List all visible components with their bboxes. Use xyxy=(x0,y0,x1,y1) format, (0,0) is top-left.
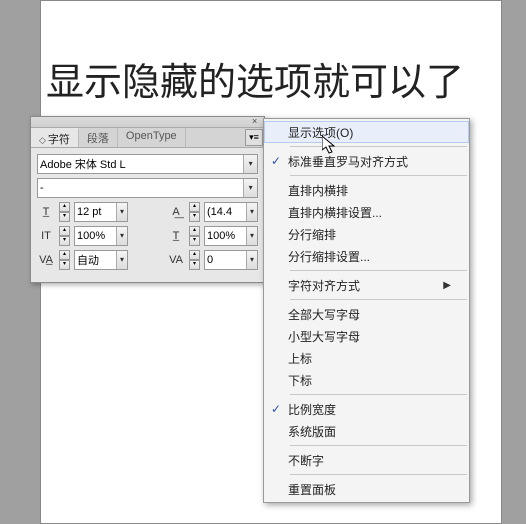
menu-subscript[interactable]: 下标 xyxy=(264,369,469,391)
menu-tatechuyoko-settings[interactable]: 直排内横排设置... xyxy=(264,201,469,223)
menu-proportional-width[interactable]: ✓ 比例宽度 xyxy=(264,398,469,420)
hscale-spinner[interactable]: ▴▾ xyxy=(189,226,200,246)
menu-char-alignment[interactable]: 字符对齐方式 ▶ xyxy=(264,274,469,296)
submenu-arrow-icon: ▶ xyxy=(443,280,451,291)
tracking-icon: VA xyxy=(167,254,185,266)
font-family-input[interactable] xyxy=(38,158,243,170)
menu-separator xyxy=(290,394,467,395)
chevron-down-icon[interactable]: ▾ xyxy=(116,251,127,269)
menu-label: 全部大写字母 xyxy=(288,306,451,323)
menu-system-layout[interactable]: 系统版面 xyxy=(264,420,469,442)
panel-tabs: 字符 段落 OpenType ▾≡ xyxy=(31,128,264,148)
chevron-down-icon[interactable]: ▾ xyxy=(246,203,257,221)
menu-label: 下标 xyxy=(288,372,451,389)
kerning-icon: VA̲ xyxy=(37,254,55,266)
menu-label: 不断字 xyxy=(288,452,451,469)
font-family-field[interactable]: ▾ xyxy=(37,154,258,174)
flyout-menu: 显示选项(O) ✓ 标准垂直罗马对齐方式 直排内横排 直排内横排设置... 分行… xyxy=(263,118,470,503)
leading-icon: A͟ xyxy=(167,206,185,218)
tab-paragraph[interactable]: 段落 xyxy=(79,128,118,147)
chevron-down-icon[interactable]: ▾ xyxy=(246,251,257,269)
menu-small-caps[interactable]: 小型大写字母 xyxy=(264,325,469,347)
check-icon: ✓ xyxy=(264,154,288,168)
vscale-input[interactable] xyxy=(75,230,116,242)
character-panel: × 字符 段落 OpenType ▾≡ ▾ ▾ T̲ ▴▾ ▾ A xyxy=(30,116,265,283)
vscale-spinner[interactable]: ▴▾ xyxy=(59,226,70,246)
tracking-input[interactable] xyxy=(205,254,246,266)
vscale-field[interactable]: ▾ xyxy=(74,226,128,246)
menu-warichu[interactable]: 分行缩排 xyxy=(264,223,469,245)
tracking-field[interactable]: ▾ xyxy=(204,250,258,270)
kerning-field[interactable]: ▾ xyxy=(74,250,128,270)
menu-separator xyxy=(290,175,467,176)
chevron-down-icon[interactable]: ▾ xyxy=(116,203,127,221)
panel-titlebar[interactable]: × xyxy=(31,117,264,128)
chevron-down-icon[interactable]: ▾ xyxy=(246,227,257,245)
menu-separator xyxy=(290,270,467,271)
menu-label: 直排内横排设置... xyxy=(288,204,451,221)
menu-label: 标准垂直罗马对齐方式 xyxy=(288,153,451,170)
menu-label: 比例宽度 xyxy=(288,401,451,418)
font-style-field[interactable]: ▾ xyxy=(37,178,258,198)
hscale-icon: T̲ xyxy=(167,230,185,242)
leading-field[interactable]: ▾ xyxy=(204,202,258,222)
menu-separator xyxy=(290,474,467,475)
leading-spinner[interactable]: ▴▾ xyxy=(189,202,200,222)
menu-label: 重置面板 xyxy=(288,481,451,498)
menu-label: 系统版面 xyxy=(288,423,451,440)
menu-label: 上标 xyxy=(288,350,451,367)
chevron-down-icon[interactable]: ▾ xyxy=(243,179,257,197)
tracking-spinner[interactable]: ▴▾ xyxy=(189,250,200,270)
menu-superscript[interactable]: 上标 xyxy=(264,347,469,369)
leading-input[interactable] xyxy=(205,206,246,218)
font-style-input[interactable] xyxy=(38,182,243,194)
menu-separator xyxy=(290,146,467,147)
menu-all-caps[interactable]: 全部大写字母 xyxy=(264,303,469,325)
menu-label: 分行缩排 xyxy=(288,226,451,243)
menu-tatechuyoko[interactable]: 直排内横排 xyxy=(264,179,469,201)
menu-separator xyxy=(290,445,467,446)
font-size-input[interactable] xyxy=(75,206,116,218)
menu-show-options[interactable]: 显示选项(O) xyxy=(264,121,469,143)
font-size-field[interactable]: ▾ xyxy=(74,202,128,222)
chevron-down-icon[interactable]: ▾ xyxy=(116,227,127,245)
flyout-menu-icon[interactable]: ▾≡ xyxy=(245,129,263,146)
menu-standard-vertical-align[interactable]: ✓ 标准垂直罗马对齐方式 xyxy=(264,150,469,172)
close-icon[interactable]: × xyxy=(252,116,262,126)
menu-separator xyxy=(290,299,467,300)
menu-label: 显示选项(O) xyxy=(288,124,451,141)
font-size-icon: T̲ xyxy=(37,206,55,218)
kerning-input[interactable] xyxy=(75,254,116,266)
menu-label: 字符对齐方式 xyxy=(288,277,443,294)
menu-label: 分行缩排设置... xyxy=(288,248,451,265)
kerning-spinner[interactable]: ▴▾ xyxy=(59,250,70,270)
check-icon: ✓ xyxy=(264,402,288,416)
menu-reset-panel[interactable]: 重置面板 xyxy=(264,478,469,500)
hscale-input[interactable] xyxy=(205,230,246,242)
tab-character[interactable]: 字符 xyxy=(31,128,79,147)
vscale-icon: IT xyxy=(37,230,55,242)
tab-opentype[interactable]: OpenType xyxy=(118,128,186,147)
menu-label: 直排内横排 xyxy=(288,182,451,199)
menu-no-break[interactable]: 不断字 xyxy=(264,449,469,471)
canvas-text: 显示隐藏的选项就可以了 xyxy=(46,51,464,106)
menu-label: 小型大写字母 xyxy=(288,328,451,345)
hscale-field[interactable]: ▾ xyxy=(204,226,258,246)
panel-body: ▾ ▾ T̲ ▴▾ ▾ A͟ ▴▾ ▾ IT ▴▾ xyxy=(31,148,264,282)
chevron-down-icon[interactable]: ▾ xyxy=(243,155,257,173)
menu-warichu-settings[interactable]: 分行缩排设置... xyxy=(264,245,469,267)
font-size-spinner[interactable]: ▴▾ xyxy=(59,202,70,222)
